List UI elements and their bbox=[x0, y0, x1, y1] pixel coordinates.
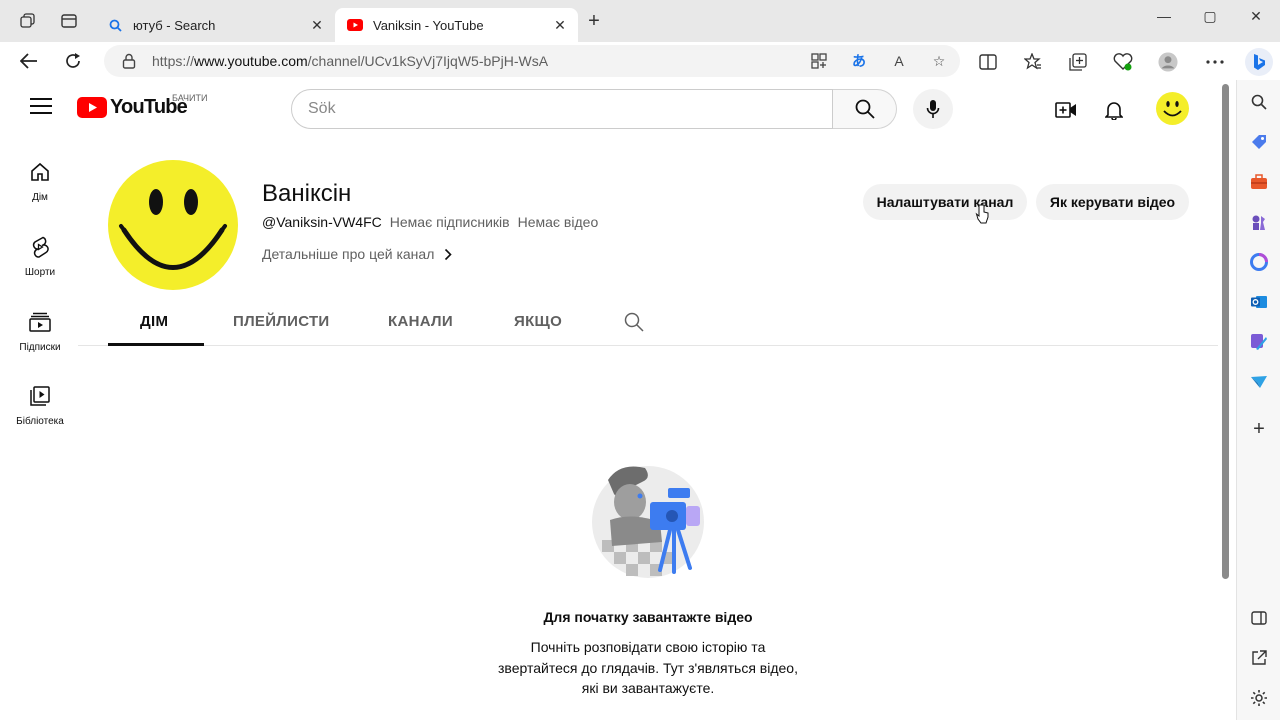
youtube-icon bbox=[347, 17, 363, 33]
guide-item-subscriptions[interactable]: Підписки bbox=[4, 310, 76, 353]
apps-icon[interactable] bbox=[810, 52, 828, 70]
about-link-label: Детальніше про цей канал bbox=[262, 246, 435, 262]
guide-label: Шорти bbox=[24, 267, 56, 278]
search-placeholder: Sök bbox=[308, 100, 336, 117]
read-aloud-icon[interactable]: A bbox=[890, 52, 908, 70]
lock-icon[interactable] bbox=[122, 53, 136, 69]
empty-state-title: Для початку завантажте відео bbox=[543, 609, 753, 625]
workspaces-icon[interactable] bbox=[18, 11, 38, 31]
microsoft-365-icon[interactable] bbox=[1249, 252, 1269, 272]
shorts-icon bbox=[28, 235, 52, 259]
tab-youtube[interactable]: Vaniksin - YouTube ✕ bbox=[335, 8, 578, 42]
address-bar[interactable]: https://www.youtube.com/channel/UCv1kSyV… bbox=[104, 45, 960, 77]
more-options-icon[interactable] bbox=[1205, 52, 1225, 72]
split-screen-icon[interactable] bbox=[978, 52, 998, 72]
minimize-button[interactable]: — bbox=[1152, 8, 1176, 28]
guide-label: Бібліотека bbox=[16, 416, 64, 427]
tab-home[interactable]: ДІМ bbox=[140, 313, 168, 330]
channel-avatar bbox=[108, 160, 238, 290]
menu-icon[interactable] bbox=[30, 98, 52, 118]
refresh-icon[interactable] bbox=[62, 50, 84, 72]
translate-icon[interactable]: あ bbox=[850, 52, 868, 70]
subscriptions-icon bbox=[28, 310, 52, 334]
empty-state-line: які ви завантажуєте. bbox=[581, 680, 715, 696]
camera-person-illustration bbox=[592, 466, 704, 578]
edge-sidebar: + bbox=[1236, 80, 1280, 720]
microphone-icon bbox=[926, 100, 940, 118]
empty-state-description: Почніть розповідати свою історію та звер… bbox=[470, 637, 826, 699]
empty-state-line: звертайтеся до глядачів. Тут з'являться … bbox=[498, 659, 798, 676]
channel-name: Ваніксін bbox=[262, 180, 352, 207]
guide-item-library[interactable]: Бібліотека bbox=[4, 384, 76, 427]
drop-send-icon[interactable] bbox=[1249, 372, 1269, 392]
tools-briefcase-icon[interactable] bbox=[1249, 172, 1269, 192]
manage-videos-button[interactable]: Як керувати відео bbox=[1036, 184, 1189, 220]
customize-channel-button[interactable]: Налаштувати канал bbox=[863, 184, 1027, 220]
chevron-right-icon bbox=[445, 248, 453, 260]
hide-sidebar-icon[interactable] bbox=[1249, 608, 1269, 628]
tab-playlists[interactable]: ПЛЕЙЛИСТИ bbox=[233, 313, 330, 330]
sidebar-search-icon[interactable] bbox=[1249, 92, 1269, 112]
tab-title: Vaniksin - YouTube bbox=[373, 17, 484, 33]
youtube-icon bbox=[77, 97, 107, 118]
empty-state-line: Почніть розповідати свою історію та bbox=[530, 639, 766, 655]
search-icon bbox=[107, 17, 123, 33]
home-icon bbox=[28, 160, 52, 184]
channel-handle: @Vaniksin-VW4FC bbox=[262, 214, 382, 230]
tab-channels[interactable]: КАНАЛИ bbox=[388, 313, 453, 330]
favorites-icon[interactable] bbox=[1023, 52, 1043, 72]
youtube-logo[interactable]: YouTube БАЧИТИ bbox=[77, 93, 207, 119]
channel-meta: @Vaniksin-VW4FC Немає підписників Немає … bbox=[262, 214, 598, 230]
shopping-tag-icon[interactable] bbox=[1249, 132, 1269, 152]
url-text: https://www.youtube.com/channel/UCv1kSyV… bbox=[152, 53, 549, 69]
country-code: БАЧИТИ bbox=[172, 93, 208, 103]
subscriber-count: Немає підписників bbox=[389, 214, 510, 230]
create-video-icon[interactable] bbox=[1054, 98, 1078, 122]
voice-search-button[interactable] bbox=[913, 89, 953, 129]
search-icon bbox=[855, 99, 875, 119]
address-toolbar: https://www.youtube.com/channel/UCv1kSyV… bbox=[0, 42, 1280, 80]
maximize-button[interactable]: ▢ bbox=[1198, 8, 1222, 28]
browser-tab-bar: ютуб - Search ✕ Vaniksin - YouTube ✕ + —… bbox=[0, 0, 1280, 42]
channel-about-link[interactable]: Детальніше про цей канал bbox=[262, 246, 453, 262]
profile-avatar-icon[interactable] bbox=[1158, 52, 1178, 72]
browser-essentials-icon[interactable] bbox=[1113, 52, 1133, 72]
close-icon[interactable]: ✕ bbox=[309, 17, 325, 33]
close-window-button[interactable]: ✕ bbox=[1244, 8, 1268, 28]
mouse-cursor-icon bbox=[975, 204, 989, 224]
add-sidebar-app-icon[interactable]: + bbox=[1249, 418, 1269, 440]
tab-about[interactable]: ЯКЩО bbox=[514, 313, 562, 330]
bing-copilot-icon[interactable] bbox=[1245, 48, 1273, 76]
guide-item-shorts[interactable]: Шорти bbox=[4, 235, 76, 278]
active-tab-indicator bbox=[108, 343, 204, 346]
back-icon[interactable] bbox=[18, 50, 40, 72]
page-scrollbar[interactable] bbox=[1222, 84, 1229, 579]
account-avatar[interactable] bbox=[1156, 92, 1189, 125]
tab-search[interactable]: ютуб - Search ✕ bbox=[95, 8, 335, 42]
channel-tabs: ДІМ ПЛЕЙЛИСТИ КАНАЛИ ЯКЩО bbox=[78, 300, 1218, 346]
collections-icon[interactable] bbox=[1068, 52, 1088, 72]
guide-item-home[interactable]: Дім bbox=[4, 160, 76, 203]
tab-actions-icon[interactable] bbox=[59, 11, 79, 31]
video-count: Немає відео bbox=[517, 214, 599, 230]
guide-label: Підписки bbox=[19, 342, 61, 353]
outlook-icon[interactable] bbox=[1249, 292, 1269, 312]
library-icon bbox=[28, 384, 52, 408]
settings-gear-icon[interactable] bbox=[1249, 688, 1269, 708]
notifications-bell-icon[interactable] bbox=[1102, 98, 1126, 122]
search-input[interactable]: Sök bbox=[291, 89, 833, 129]
games-chess-icon[interactable] bbox=[1249, 212, 1269, 232]
open-external-icon[interactable] bbox=[1249, 648, 1269, 668]
designer-icon[interactable] bbox=[1249, 332, 1269, 352]
channel-search-icon[interactable] bbox=[624, 312, 644, 332]
close-icon[interactable]: ✕ bbox=[552, 17, 568, 33]
favorite-star-icon[interactable]: ☆ bbox=[930, 52, 948, 70]
new-tab-button[interactable]: + bbox=[584, 11, 604, 32]
search-button[interactable] bbox=[833, 89, 897, 129]
youtube-page: YouTube БАЧИТИ Sök Дім Шорти Підписки Бі… bbox=[0, 80, 1222, 720]
guide-label: Дім bbox=[32, 192, 48, 203]
tab-title: ютуб - Search bbox=[133, 17, 216, 33]
